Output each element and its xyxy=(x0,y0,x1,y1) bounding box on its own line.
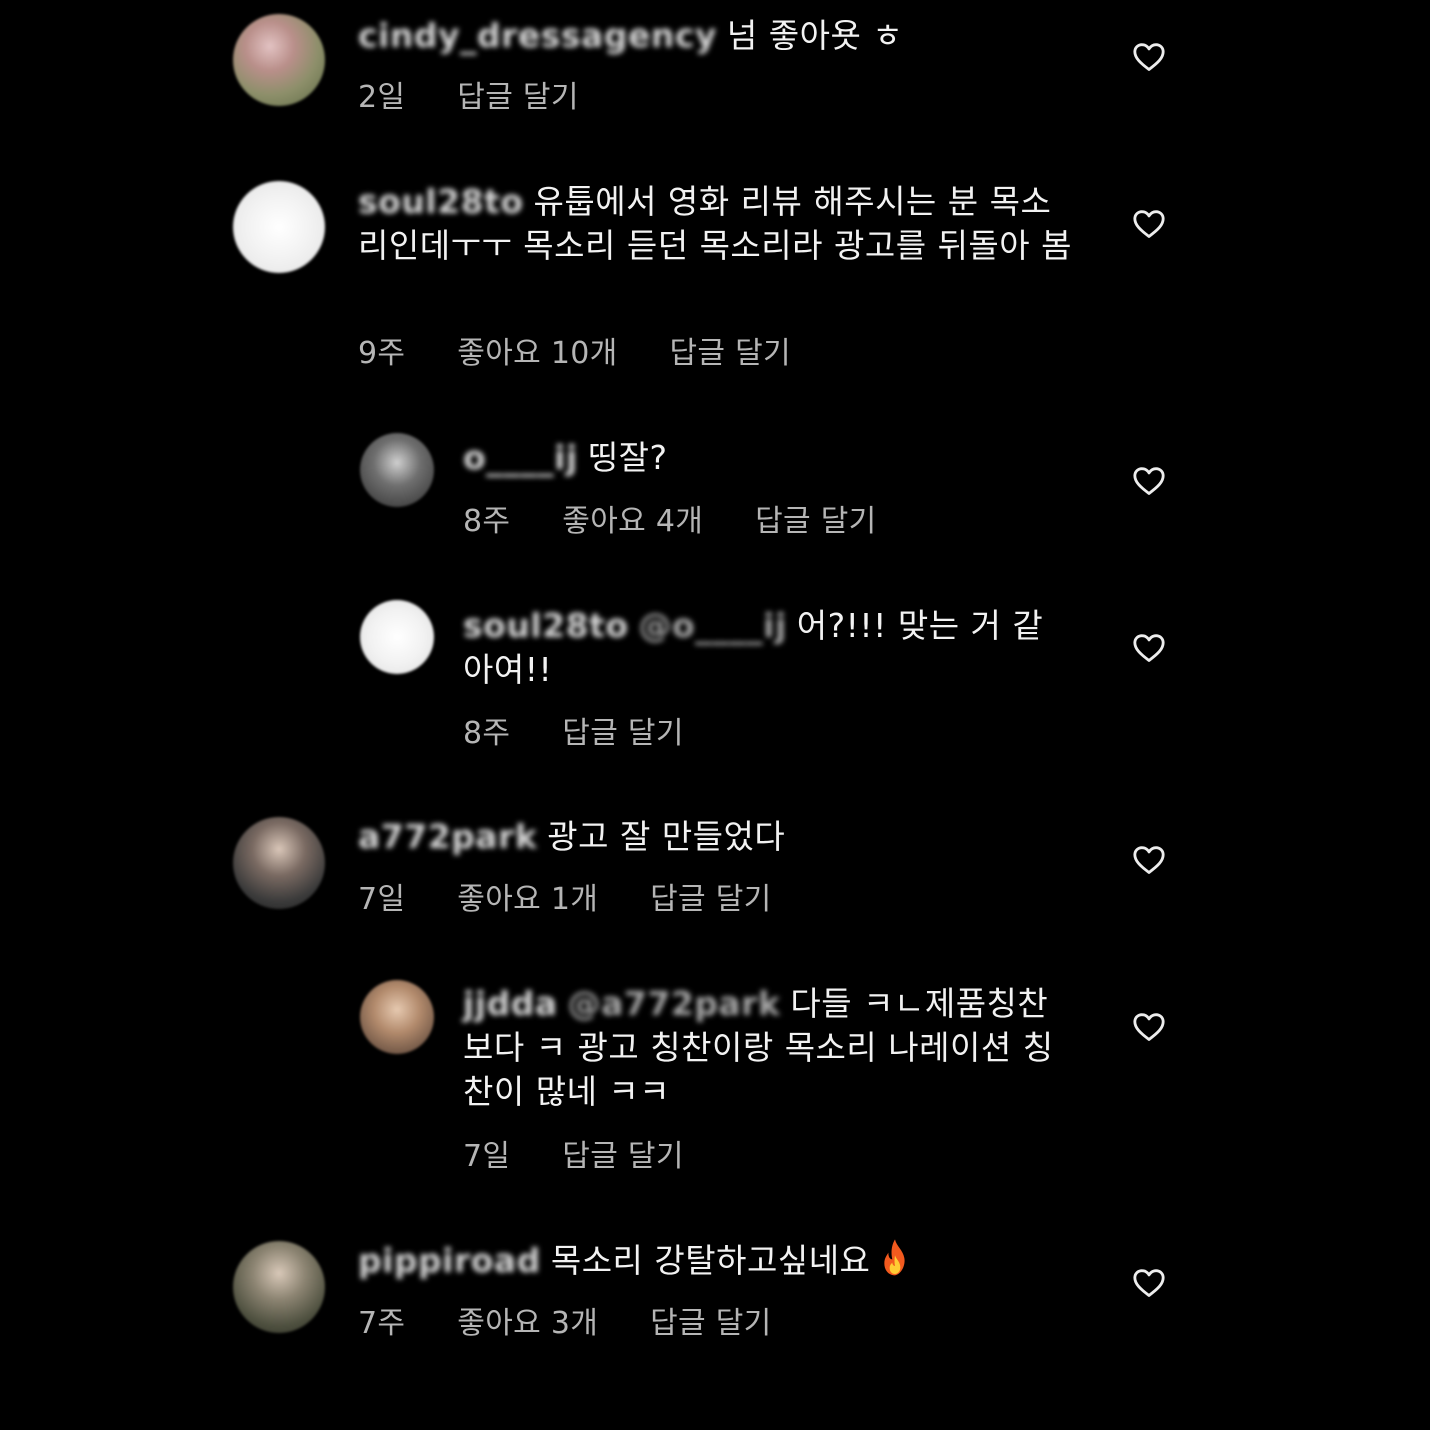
like-heart-icon[interactable] xyxy=(1132,40,1166,72)
comment-meta: 7일 좋아요 1개 답글 달기 xyxy=(358,874,824,918)
like-heart-icon[interactable] xyxy=(1132,631,1166,663)
fire-emoji-icon xyxy=(878,1238,912,1278)
comment-meta: 2일 답글 달기 xyxy=(358,72,631,116)
comment-meta: 7일 답글 달기 xyxy=(463,1131,736,1175)
comment-username[interactable]: soul28to xyxy=(358,180,524,224)
comment-body: o____ij 띵잘? xyxy=(463,436,1063,480)
comment-time: 7주 xyxy=(358,1306,406,1341)
comment-time: 2일 xyxy=(358,80,406,115)
reply-button[interactable]: 답글 달기 xyxy=(457,72,578,116)
comment-body: pippiroad 목소리 강탈하고싶네요 xyxy=(358,1238,1078,1283)
comment-text: 목소리 강탈하고싶네요 xyxy=(550,1241,871,1280)
comment-username[interactable]: cindy_dressagency xyxy=(358,14,717,58)
like-heart-icon[interactable] xyxy=(1132,464,1166,496)
reply-button[interactable]: 답글 달기 xyxy=(670,328,791,372)
comment-text: 넘 좋아욧 ㅎ xyxy=(726,16,904,55)
reply-button[interactable]: 답글 달기 xyxy=(650,874,771,918)
comment-mention[interactable]: @a772park xyxy=(568,982,781,1026)
avatar[interactable] xyxy=(233,817,325,909)
like-count[interactable]: 좋아요 3개 xyxy=(457,1298,598,1342)
comment-text: 띵잘? xyxy=(587,438,668,477)
reply-button[interactable]: 답글 달기 xyxy=(562,1131,683,1175)
comment-body: a772park 광고 잘 만들었다 xyxy=(358,815,1078,859)
reply-button[interactable]: 답글 달기 xyxy=(650,1298,771,1342)
avatar[interactable] xyxy=(233,181,325,273)
avatar[interactable] xyxy=(233,14,325,106)
comment-time: 8주 xyxy=(463,504,511,539)
comment-time: 7일 xyxy=(463,1139,511,1174)
avatar[interactable] xyxy=(360,980,434,1054)
comment-time: 9주 xyxy=(358,336,406,371)
comment-body: cindy_dressagency 넘 좋아욧 ㅎ xyxy=(358,14,1078,58)
like-heart-icon[interactable] xyxy=(1132,843,1166,875)
like-count[interactable]: 좋아요 1개 xyxy=(457,874,598,918)
like-count[interactable]: 좋아요 4개 xyxy=(562,496,703,540)
comment-meta: 9주 좋아요 10개 답글 달기 xyxy=(358,328,843,372)
comment-body: soul28to 유툽에서 영화 리뷰 해주시는 분 목소리인데ㅜㅜ 목소리 듣던… xyxy=(358,180,1078,268)
comment-username[interactable]: jjdda xyxy=(463,982,558,1026)
comment-body: jjdda @a772park 다들 ㅋㄴ제품칭찬보다 ㅋ 광고 칭찬이랑 목소리 … xyxy=(463,982,1063,1114)
comment-meta: 7주 좋아요 3개 답글 달기 xyxy=(358,1298,824,1342)
comment-body: soul28to @o____ij 어?!!! 맞는 거 같아여!! xyxy=(463,604,1063,692)
comment-username[interactable]: soul28to xyxy=(463,604,629,648)
like-heart-icon[interactable] xyxy=(1132,1266,1166,1298)
comment-meta: 8주 좋아요 4개 답글 달기 xyxy=(463,496,929,540)
reply-button[interactable]: 답글 달기 xyxy=(755,496,876,540)
avatar[interactable] xyxy=(360,600,434,674)
comment-time: 7일 xyxy=(358,882,406,917)
comment-text: 광고 잘 만들었다 xyxy=(547,817,786,856)
like-heart-icon[interactable] xyxy=(1132,207,1166,239)
like-heart-icon[interactable] xyxy=(1132,1010,1166,1042)
like-count[interactable]: 좋아요 10개 xyxy=(457,328,617,372)
comment-meta: 8주 답글 달기 xyxy=(463,708,736,752)
comment-mention[interactable]: @o____ij xyxy=(639,604,787,648)
comment-username[interactable]: o____ij xyxy=(463,436,578,480)
avatar[interactable] xyxy=(233,1241,325,1333)
comment-time: 8주 xyxy=(463,716,511,751)
comment-username[interactable]: a772park xyxy=(358,815,537,859)
comment-username[interactable]: pippiroad xyxy=(358,1239,541,1283)
avatar[interactable] xyxy=(360,433,434,507)
reply-button[interactable]: 답글 달기 xyxy=(562,708,683,752)
